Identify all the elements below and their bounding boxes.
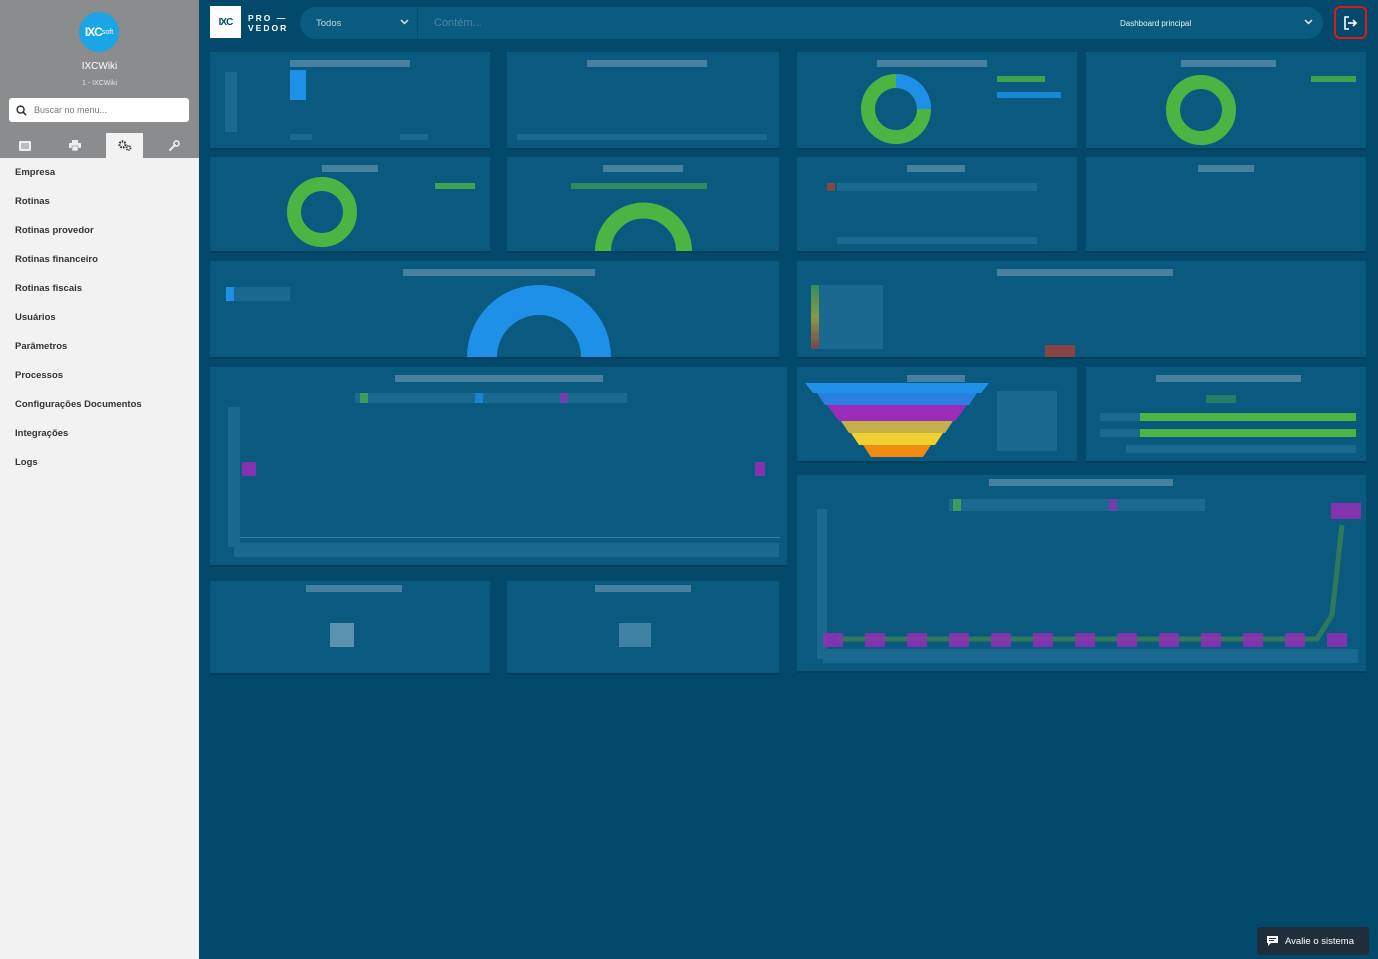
search-scope-select[interactable]: Todos xyxy=(300,7,418,39)
menu-item-rotinas-provedor[interactable]: Rotinas provedor xyxy=(0,216,199,245)
gauge-chart xyxy=(595,202,692,251)
sidebar: IXCsoft IXCWiki 1 - IXCWiki Empresa Roti… xyxy=(0,0,199,959)
dashboard-widget xyxy=(507,581,779,673)
dashboard-widget xyxy=(1086,367,1366,461)
search-scope-value: Todos xyxy=(316,17,342,29)
brand-line-2: VEDOR xyxy=(248,23,289,33)
donut-chart xyxy=(1166,75,1236,145)
chat-icon xyxy=(1267,936,1278,946)
sidebar-header: IXC soft IXCWiki 1 - IXCWiki xyxy=(0,0,199,158)
tab-config[interactable] xyxy=(106,133,143,158)
tab-print[interactable] xyxy=(50,133,100,158)
funnel-chart xyxy=(805,383,989,457)
donut-chart xyxy=(861,74,931,144)
menu-item-configuracoes-documentos[interactable]: Configurações Documentos xyxy=(0,390,199,419)
donut-chart xyxy=(287,177,357,247)
dashboard-widget xyxy=(797,52,1077,148)
gauge-chart xyxy=(467,285,611,357)
dashboard-widget xyxy=(797,261,1366,357)
brand-text: PRO — VEDOR xyxy=(248,13,288,33)
menu-search-input[interactable] xyxy=(34,105,174,115)
dashboard-widget xyxy=(210,261,779,357)
logo-text: IXC xyxy=(84,25,103,39)
chevron-down-icon xyxy=(400,19,409,25)
org-sub: 1 - IXCWiki xyxy=(82,80,117,87)
dashboard-select[interactable]: Dashboard principal xyxy=(1107,7,1323,39)
dashboard-widget xyxy=(797,157,1077,251)
dashboard-widget xyxy=(507,52,779,148)
dashboard-select-value: Dashboard principal xyxy=(1120,18,1192,28)
menu-item-integracoes[interactable]: Integrações xyxy=(0,419,199,448)
list-icon xyxy=(19,140,31,151)
logout-button[interactable] xyxy=(1334,6,1367,39)
sidebar-menu: Empresa Rotinas Rotinas provedor Rotinas… xyxy=(0,158,199,477)
dashboard-widget xyxy=(1086,52,1366,148)
company-logo: IXC soft xyxy=(79,12,119,52)
cogs-icon xyxy=(117,140,131,151)
topbar: IXC PRO — VEDOR Todos Dashboard principa… xyxy=(199,0,1378,46)
menu-item-rotinas-fiscais[interactable]: Rotinas fiscais xyxy=(0,274,199,303)
sidebar-tabs xyxy=(0,133,199,158)
dashboard-widget xyxy=(210,157,490,251)
menu-item-usuarios[interactable]: Usuários xyxy=(0,303,199,332)
brand-logo: IXC xyxy=(210,6,241,38)
menu-item-empresa[interactable]: Empresa xyxy=(0,158,199,187)
logout-icon xyxy=(1344,15,1358,30)
search-icon xyxy=(16,104,27,116)
menu-search[interactable] xyxy=(9,98,189,122)
rate-system-label: Avalie o sistema xyxy=(1285,935,1354,947)
dashboard-widget xyxy=(507,157,779,251)
line-chart xyxy=(837,524,1345,642)
menu-item-rotinas-financeiro[interactable]: Rotinas financeiro xyxy=(0,245,199,274)
menu-item-parametros[interactable]: Parâmetros xyxy=(0,332,199,361)
brand-line-1: PRO — xyxy=(248,13,288,23)
menu-item-logs[interactable]: Logs xyxy=(0,448,199,477)
dashboard-widget xyxy=(797,367,1077,461)
logo-sub: soft xyxy=(101,28,114,36)
org-name: IXCWiki xyxy=(81,61,118,72)
wrench-icon xyxy=(168,140,180,151)
dashboard-widget xyxy=(797,475,1366,671)
menu-item-processos[interactable]: Processos xyxy=(0,361,199,390)
dashboard-widget xyxy=(1086,157,1366,251)
tab-list[interactable] xyxy=(0,133,50,158)
dashboard-widget xyxy=(210,367,787,565)
rate-system-button[interactable]: Avalie o sistema xyxy=(1257,927,1369,955)
print-icon xyxy=(69,140,81,151)
chevron-down-icon xyxy=(1304,19,1313,25)
dashboard-widget xyxy=(210,581,490,673)
menu-item-rotinas[interactable]: Rotinas xyxy=(0,187,199,216)
dashboard-widget xyxy=(210,52,490,148)
global-search-input[interactable] xyxy=(434,7,1034,39)
tab-tools[interactable] xyxy=(149,133,199,158)
